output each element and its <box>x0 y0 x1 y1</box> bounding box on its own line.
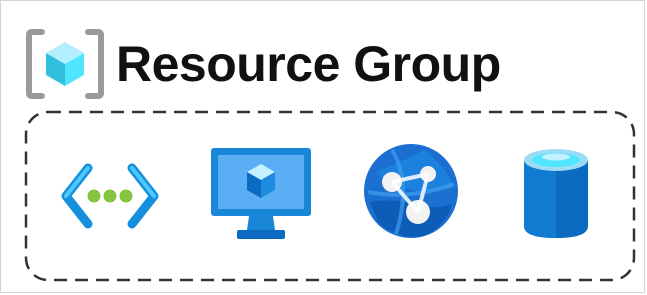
resource-group-container <box>24 110 636 282</box>
page-title: Resource Group <box>116 36 501 92</box>
resource-group-icon <box>26 29 104 99</box>
virtual-network-icon <box>61 163 159 229</box>
app-service-icon <box>364 144 458 238</box>
resource-group-header: Resource Group <box>26 28 501 100</box>
virtual-machine-icon <box>211 148 311 239</box>
sql-database-icon <box>524 149 588 238</box>
